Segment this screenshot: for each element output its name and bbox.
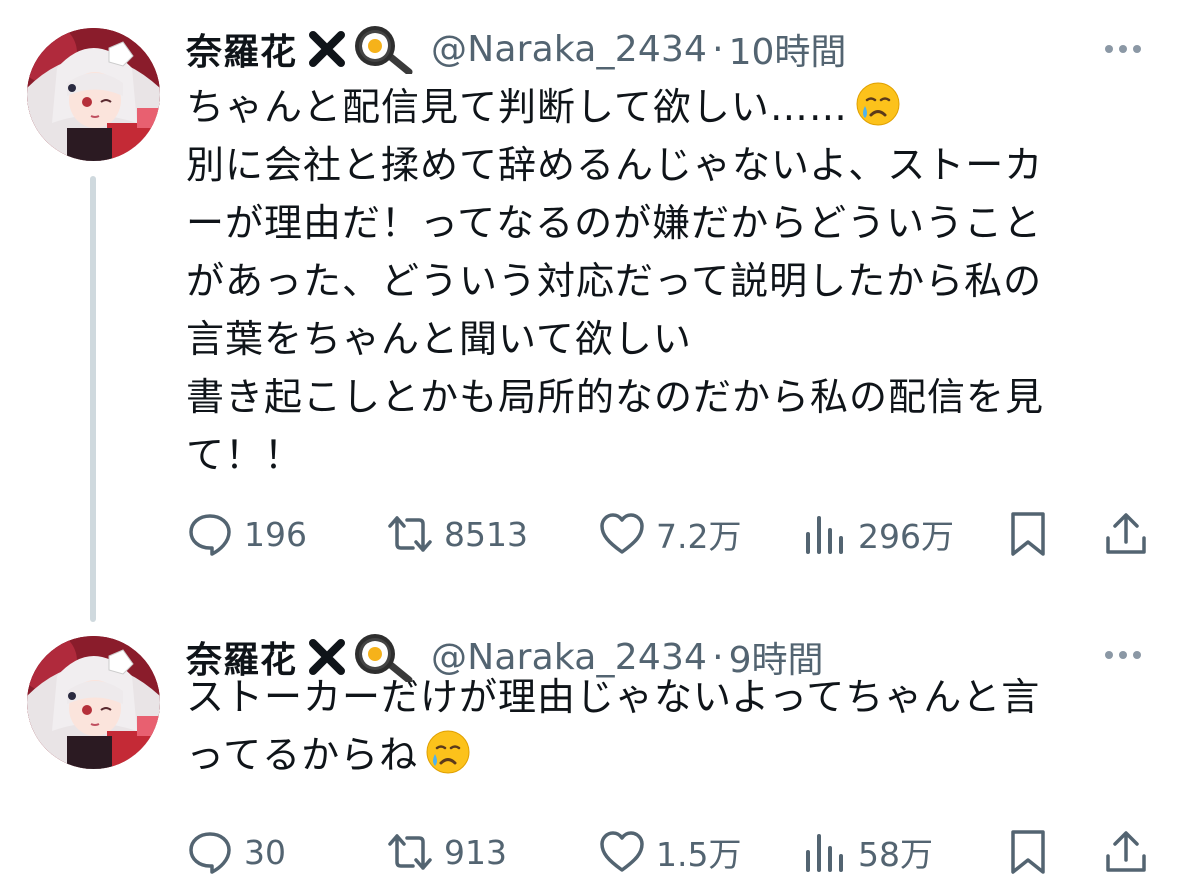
tweet-text-line: て！！ <box>186 433 304 477</box>
share-icon <box>1106 831 1146 872</box>
reply-icon <box>189 832 231 874</box>
tweet-actions-bar: 30 913 1.5万 58万 <box>186 822 1151 882</box>
share-button[interactable] <box>1102 504 1150 564</box>
reply-button[interactable]: 30 <box>186 822 286 882</box>
retweet-icon <box>388 516 432 552</box>
tweet-text-line: 言葉をちゃんと聞いて欲しい <box>186 317 692 361</box>
tweet-actions-bar: 196 8513 7.2万 296万 <box>186 504 1151 564</box>
author-display-name[interactable]: 奈羅花 <box>186 23 297 75</box>
retweet-count: 913 <box>444 832 507 872</box>
like-count: 1.5万 <box>656 835 742 874</box>
tweet-text-line: ストーカーだけが理由じゃないよってちゃんと言 <box>186 675 1041 719</box>
avatar-image <box>27 28 160 161</box>
views-chart-icon <box>806 516 843 554</box>
view-count: 58万 <box>858 835 933 874</box>
bookmark-button[interactable] <box>1004 504 1052 564</box>
separator-dot: · <box>712 28 724 70</box>
retweet-icon <box>388 834 432 870</box>
avatar-image <box>27 636 160 769</box>
view-count: 296万 <box>858 517 954 556</box>
share-icon <box>1106 513 1146 554</box>
author-handle[interactable]: @Naraka_2434 <box>431 29 707 70</box>
avatar[interactable] <box>27 636 160 769</box>
tweet[interactable]: 奈羅花 @Naraka_2434 · 10時間 ちゃんと配信見て判断して欲しい…… <box>0 0 1179 622</box>
share-button[interactable] <box>1102 822 1150 882</box>
views-button[interactable]: 58万 <box>800 822 933 882</box>
like-count: 7.2万 <box>656 517 742 556</box>
tweet[interactable]: 奈羅花 @Naraka_2434 · 9時間 ストーカーだけが理由じゃないよって… <box>0 616 1179 890</box>
bookmark-button[interactable] <box>1004 822 1052 882</box>
post-time[interactable]: 10時間 <box>729 23 847 75</box>
x-mark-icon <box>307 29 347 69</box>
retweet-button[interactable]: 913 <box>386 822 507 882</box>
frying-pan-egg-icon <box>353 24 413 74</box>
like-button[interactable]: 1.5万 <box>598 822 741 882</box>
heart-icon <box>600 831 644 872</box>
views-chart-icon <box>806 834 843 872</box>
tweet-header: 奈羅花 @Naraka_2434 · 10時間 <box>186 24 846 74</box>
retweet-button[interactable]: 8513 <box>386 504 528 564</box>
crying-face-emoji <box>854 80 902 128</box>
tweet-text: ちゃんと配信見て判断して欲しい…… 別に会社と揉めて辞めるんじゃないよ、ストーカ… <box>186 78 1146 484</box>
tweet-text-line: があった、どういう対応だって説明したから私の <box>186 259 1043 303</box>
reply-count: 196 <box>244 514 307 554</box>
like-button[interactable]: 7.2万 <box>598 504 741 564</box>
reply-icon <box>189 514 231 556</box>
tweet-text-line: ーが理由だ！ってなるのが嫌だからどういうこと <box>186 201 1043 245</box>
tweet-text: ストーカーだけが理由じゃないよってちゃんと言 ってるからね <box>186 668 1146 784</box>
more-options-icon[interactable] <box>1098 34 1148 64</box>
tweet-text-line: ちゃんと配信見て判断して欲しい…… <box>186 78 1146 136</box>
more-options-icon[interactable] <box>1098 640 1148 670</box>
views-button[interactable]: 296万 <box>800 504 954 564</box>
tweet-text-line: ってるからね <box>186 726 1146 784</box>
thread-connector-line <box>90 176 96 622</box>
bookmark-icon <box>1011 830 1045 874</box>
avatar[interactable] <box>27 28 160 161</box>
retweet-count: 8513 <box>444 514 528 554</box>
bookmark-icon <box>1011 512 1045 556</box>
crying-face-emoji <box>424 728 472 776</box>
reply-count: 30 <box>244 832 286 872</box>
tweet-text-line: 別に会社と揉めて辞めるんじゃないよ、ストーカ <box>186 143 1044 187</box>
reply-button[interactable]: 196 <box>186 504 307 564</box>
heart-icon <box>600 513 644 554</box>
tweet-text-line: 書き起こしとかも局所的なのだから私の配信を見 <box>186 375 1045 419</box>
